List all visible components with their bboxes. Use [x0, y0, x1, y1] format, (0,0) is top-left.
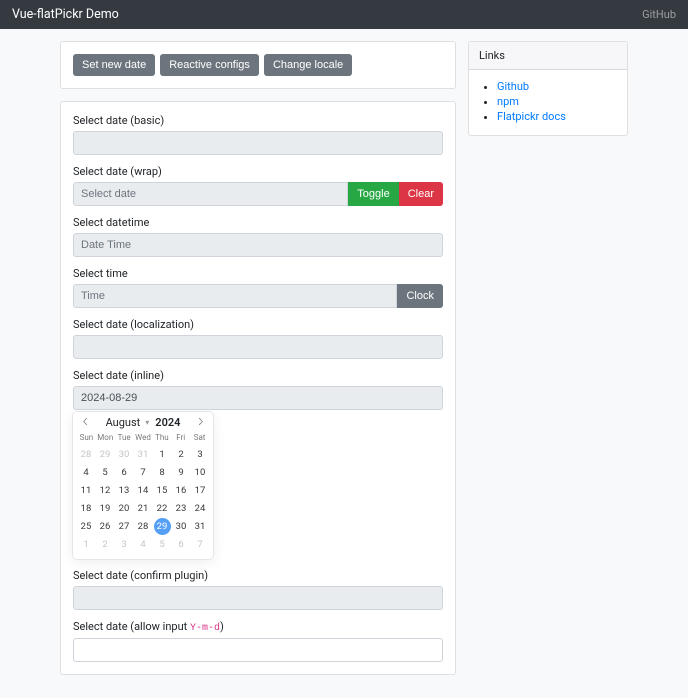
calendar-day[interactable]: 14	[135, 482, 152, 499]
calendar-day[interactable]: 4	[78, 464, 95, 481]
calendar-days: 2829303112345678910111213141516171819202…	[73, 444, 213, 559]
calendar-day[interactable]: 29	[97, 446, 114, 463]
calendar-day[interactable]: 3	[116, 536, 133, 553]
calendar-day[interactable]: 27	[116, 518, 133, 535]
links-list: Github npm Flatpickr docs	[469, 70, 627, 135]
calendar-day[interactable]: 8	[154, 464, 171, 481]
input-time[interactable]	[73, 284, 397, 308]
label-datetime: Select datetime	[73, 216, 443, 229]
calendar-day[interactable]: 12	[97, 482, 114, 499]
set-new-date-button[interactable]: Set new date	[73, 54, 155, 76]
weekday: Wed	[134, 433, 153, 442]
current-month[interactable]: August	[106, 416, 141, 429]
next-month-icon[interactable]	[194, 415, 207, 431]
current-year[interactable]: 2024	[155, 416, 180, 429]
weekday: Mon	[96, 433, 115, 442]
label-time: Select time	[73, 267, 443, 280]
input-inline[interactable]	[73, 386, 443, 410]
clock-button[interactable]: Clock	[397, 284, 443, 308]
weekday: Fri	[171, 433, 190, 442]
weekday: Tue	[115, 433, 134, 442]
calendar-day[interactable]: 1	[78, 536, 95, 553]
calendar-day[interactable]: 11	[78, 482, 95, 499]
calendar: August ▾ 2024 SunMonTueWedThuFriSat 2829…	[73, 412, 213, 559]
calendar-day[interactable]: 1	[154, 446, 171, 463]
label-confirm: Select date (confirm plugin)	[73, 569, 443, 582]
label-wrap: Select date (wrap)	[73, 165, 443, 178]
github-link[interactable]: GitHub	[642, 8, 676, 21]
calendar-day[interactable]: 15	[154, 482, 171, 499]
calendar-day[interactable]: 23	[173, 500, 190, 517]
calendar-day[interactable]: 20	[116, 500, 133, 517]
calendar-day[interactable]: 7	[135, 464, 152, 481]
calendar-day[interactable]: 2	[97, 536, 114, 553]
calendar-day[interactable]: 18	[78, 500, 95, 517]
reactive-configs-button[interactable]: Reactive configs	[160, 54, 259, 76]
calendar-day[interactable]: 6	[116, 464, 133, 481]
label-inline: Select date (inline)	[73, 369, 443, 382]
prev-month-icon[interactable]	[79, 415, 92, 431]
calendar-day[interactable]: 10	[192, 464, 209, 481]
calendar-day[interactable]: 29	[154, 518, 171, 535]
calendar-day[interactable]: 31	[135, 446, 152, 463]
chevron-down-icon: ▾	[145, 418, 149, 427]
input-wrap[interactable]	[73, 182, 348, 206]
calendar-day[interactable]: 9	[173, 464, 190, 481]
calendar-day[interactable]: 24	[192, 500, 209, 517]
time-group: Clock	[73, 284, 443, 308]
links-card: Links Github npm Flatpickr docs	[468, 41, 628, 136]
calendar-day[interactable]: 31	[192, 518, 209, 535]
label-localization: Select date (localization)	[73, 318, 443, 331]
calendar-day[interactable]: 13	[116, 482, 133, 499]
navbar: Vue-flatPickr Demo GitHub	[0, 0, 688, 29]
brand[interactable]: Vue-flatPickr Demo	[12, 7, 119, 22]
calendar-header: August ▾ 2024	[73, 412, 213, 433]
input-basic[interactable]	[73, 131, 443, 155]
input-datetime[interactable]	[73, 233, 443, 257]
input-allow[interactable]	[73, 638, 443, 662]
weekday: Thu	[152, 433, 171, 442]
link-item[interactable]: Flatpickr docs	[497, 110, 566, 123]
calendar-day[interactable]: 17	[192, 482, 209, 499]
label-allow-pre: Select date (allow input	[73, 620, 190, 633]
buttons-card: Set new date Reactive configs Change loc…	[60, 41, 456, 89]
calendar-day[interactable]: 25	[78, 518, 95, 535]
link-item[interactable]: Github	[497, 80, 529, 93]
weekday: Sat	[190, 433, 209, 442]
calendar-day[interactable]: 21	[135, 500, 152, 517]
calendar-day[interactable]: 16	[173, 482, 190, 499]
calendar-day[interactable]: 5	[97, 464, 114, 481]
calendar-day[interactable]: 3	[192, 446, 209, 463]
calendar-day[interactable]: 28	[78, 446, 95, 463]
clear-button[interactable]: Clear	[399, 182, 443, 206]
calendar-day[interactable]: 2	[173, 446, 190, 463]
weekday: Sun	[77, 433, 96, 442]
calendar-day[interactable]: 26	[97, 518, 114, 535]
calendar-day[interactable]: 7	[192, 536, 209, 553]
calendar-day[interactable]: 30	[116, 446, 133, 463]
change-locale-button[interactable]: Change locale	[264, 54, 352, 76]
label-allow-code: Y-m-d	[190, 623, 220, 634]
calendar-day[interactable]: 6	[173, 536, 190, 553]
calendar-day[interactable]: 5	[154, 536, 171, 553]
label-basic: Select date (basic)	[73, 114, 443, 127]
wrap-group: Toggle Clear	[73, 182, 443, 206]
calendar-day[interactable]: 22	[154, 500, 171, 517]
input-confirm[interactable]	[73, 586, 443, 610]
label-allow-post: )	[220, 620, 224, 633]
input-localization[interactable]	[73, 335, 443, 359]
calendar-day[interactable]: 4	[135, 536, 152, 553]
link-item[interactable]: npm	[497, 95, 519, 108]
label-allow-input: Select date (allow input Y-m-d)	[73, 620, 443, 634]
calendar-day[interactable]: 28	[135, 518, 152, 535]
form-card: Select date (basic) Select date (wrap) T…	[60, 101, 456, 675]
links-title: Links	[469, 42, 627, 70]
calendar-weekdays: SunMonTueWedThuFriSat	[73, 433, 213, 444]
toggle-button[interactable]: Toggle	[348, 182, 398, 206]
calendar-day[interactable]: 30	[173, 518, 190, 535]
calendar-day[interactable]: 19	[97, 500, 114, 517]
